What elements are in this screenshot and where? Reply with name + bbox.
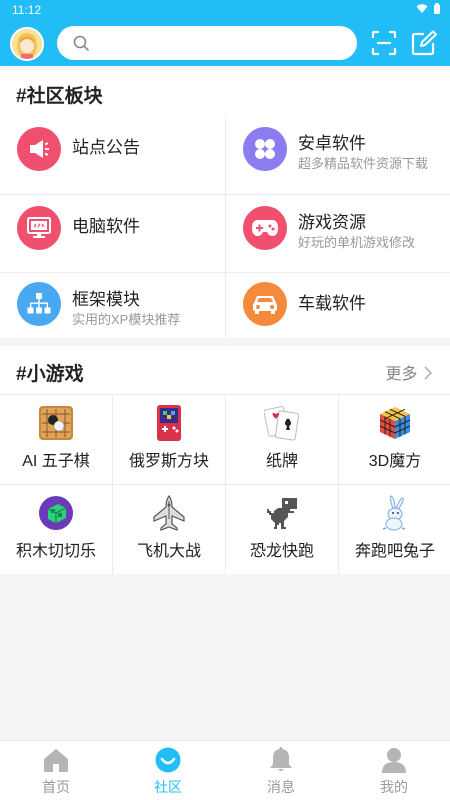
block-cut-icon — [39, 496, 73, 530]
game-name: 飞机大战 — [136, 543, 201, 560]
category-name: 安卓软件 — [298, 134, 366, 153]
game-name: 积木切切乐 — [15, 543, 96, 560]
tetris-icon — [157, 405, 181, 441]
wifi-icon — [416, 3, 428, 13]
category-name: 框架模块 — [72, 290, 140, 309]
game-name: 奔跑吧兔子 — [354, 543, 435, 560]
community-icon — [155, 747, 181, 773]
game-name: AI 五子棋 — [22, 453, 90, 470]
plane-icon — [153, 495, 185, 531]
section-title: #社区板块 — [16, 86, 103, 107]
category-name: 游戏资源 — [298, 213, 366, 232]
status-time: 11:12 — [12, 3, 42, 17]
game-name: 俄罗斯方块 — [128, 453, 209, 470]
profile-icon — [382, 748, 406, 773]
battery-icon — [434, 3, 440, 14]
section-title: #小游戏 — [16, 364, 84, 385]
category-car-software[interactable]: 车载软件 — [226, 273, 450, 338]
status-bar: 11:12 — [0, 0, 450, 20]
category-desc: 实用的XP模块推荐 — [72, 312, 181, 327]
more-label: 更多 — [385, 366, 418, 383]
gomoku-icon — [39, 406, 73, 440]
tab-community[interactable]: 社区 — [112, 741, 224, 800]
category-pc-software[interactable]: 电脑软件 — [0, 195, 225, 273]
mini-games-section: #小游戏 更多 AI 五子棋 俄罗斯方块 纸牌 3D魔方 积木切切乐 飞机大战 … — [0, 346, 450, 574]
game-solitaire[interactable]: 纸牌 — [226, 395, 338, 484]
tab-label: 消息 — [267, 779, 295, 795]
game-name: 恐龙快跑 — [249, 543, 314, 560]
megaphone-icon — [17, 127, 61, 171]
avatar-icon — [12, 29, 42, 59]
home-icon — [44, 749, 68, 772]
sitemap-icon — [17, 282, 61, 326]
tab-messages[interactable]: 消息 — [225, 741, 337, 800]
community-section: #社区板块 站点公告 安卓软件 超多精品软件资源下载 电脑软件 游戏资源 好玩的… — [0, 70, 450, 338]
category-name: 站点公告 — [72, 138, 140, 157]
grid-icon — [243, 127, 287, 171]
game-gomoku[interactable]: AI 五子棋 — [0, 395, 112, 484]
cards-icon — [264, 406, 299, 441]
car-icon — [243, 282, 287, 326]
tab-label: 社区 — [154, 779, 182, 795]
tab-label: 我的 — [380, 779, 408, 795]
chevron-right-icon — [424, 366, 433, 380]
tab-home[interactable]: 首页 — [0, 741, 112, 800]
game-rubiks-cube[interactable]: 3D魔方 — [339, 395, 450, 484]
dinosaur-icon — [267, 498, 297, 529]
game-block-cut[interactable]: 积木切切乐 — [0, 485, 112, 574]
rabbit-icon — [382, 495, 406, 531]
game-dino-run[interactable]: 恐龙快跑 — [226, 485, 338, 574]
category-announcements[interactable]: 站点公告 — [0, 116, 225, 194]
game-tetris[interactable]: 俄罗斯方块 — [113, 395, 225, 484]
scan-icon[interactable] — [371, 30, 397, 56]
bottom-tab-bar: 首页 社区 消息 我的 — [0, 740, 450, 800]
category-name: 车载软件 — [298, 294, 366, 313]
tab-label: 首页 — [42, 779, 70, 795]
category-name: 电脑软件 — [72, 217, 140, 236]
tab-profile[interactable]: 我的 — [338, 741, 450, 800]
bell-icon — [270, 747, 292, 771]
gamepad-icon — [243, 206, 287, 250]
more-link[interactable]: 更多 — [385, 360, 433, 384]
game-run-rabbit[interactable]: 奔跑吧兔子 — [339, 485, 450, 574]
top-bar — [0, 20, 450, 66]
game-name: 3D魔方 — [368, 453, 422, 470]
category-desc: 好玩的单机游戏修改 — [298, 235, 416, 250]
category-framework-modules[interactable]: 框架模块 实用的XP模块推荐 — [0, 273, 225, 338]
category-android-software[interactable]: 安卓软件 超多精品软件资源下载 — [226, 116, 450, 194]
search-icon — [73, 35, 89, 51]
avatar[interactable] — [10, 27, 44, 61]
game-plane-war[interactable]: 飞机大战 — [113, 485, 225, 574]
category-desc: 超多精品软件资源下载 — [298, 156, 429, 171]
rubiks-cube-icon — [379, 407, 411, 439]
search-bar[interactable] — [57, 26, 357, 60]
game-name: 纸牌 — [265, 453, 298, 470]
category-game-resources[interactable]: 游戏资源 好玩的单机游戏修改 — [226, 195, 450, 273]
edit-icon[interactable] — [411, 30, 437, 56]
monitor-icon — [17, 206, 61, 250]
